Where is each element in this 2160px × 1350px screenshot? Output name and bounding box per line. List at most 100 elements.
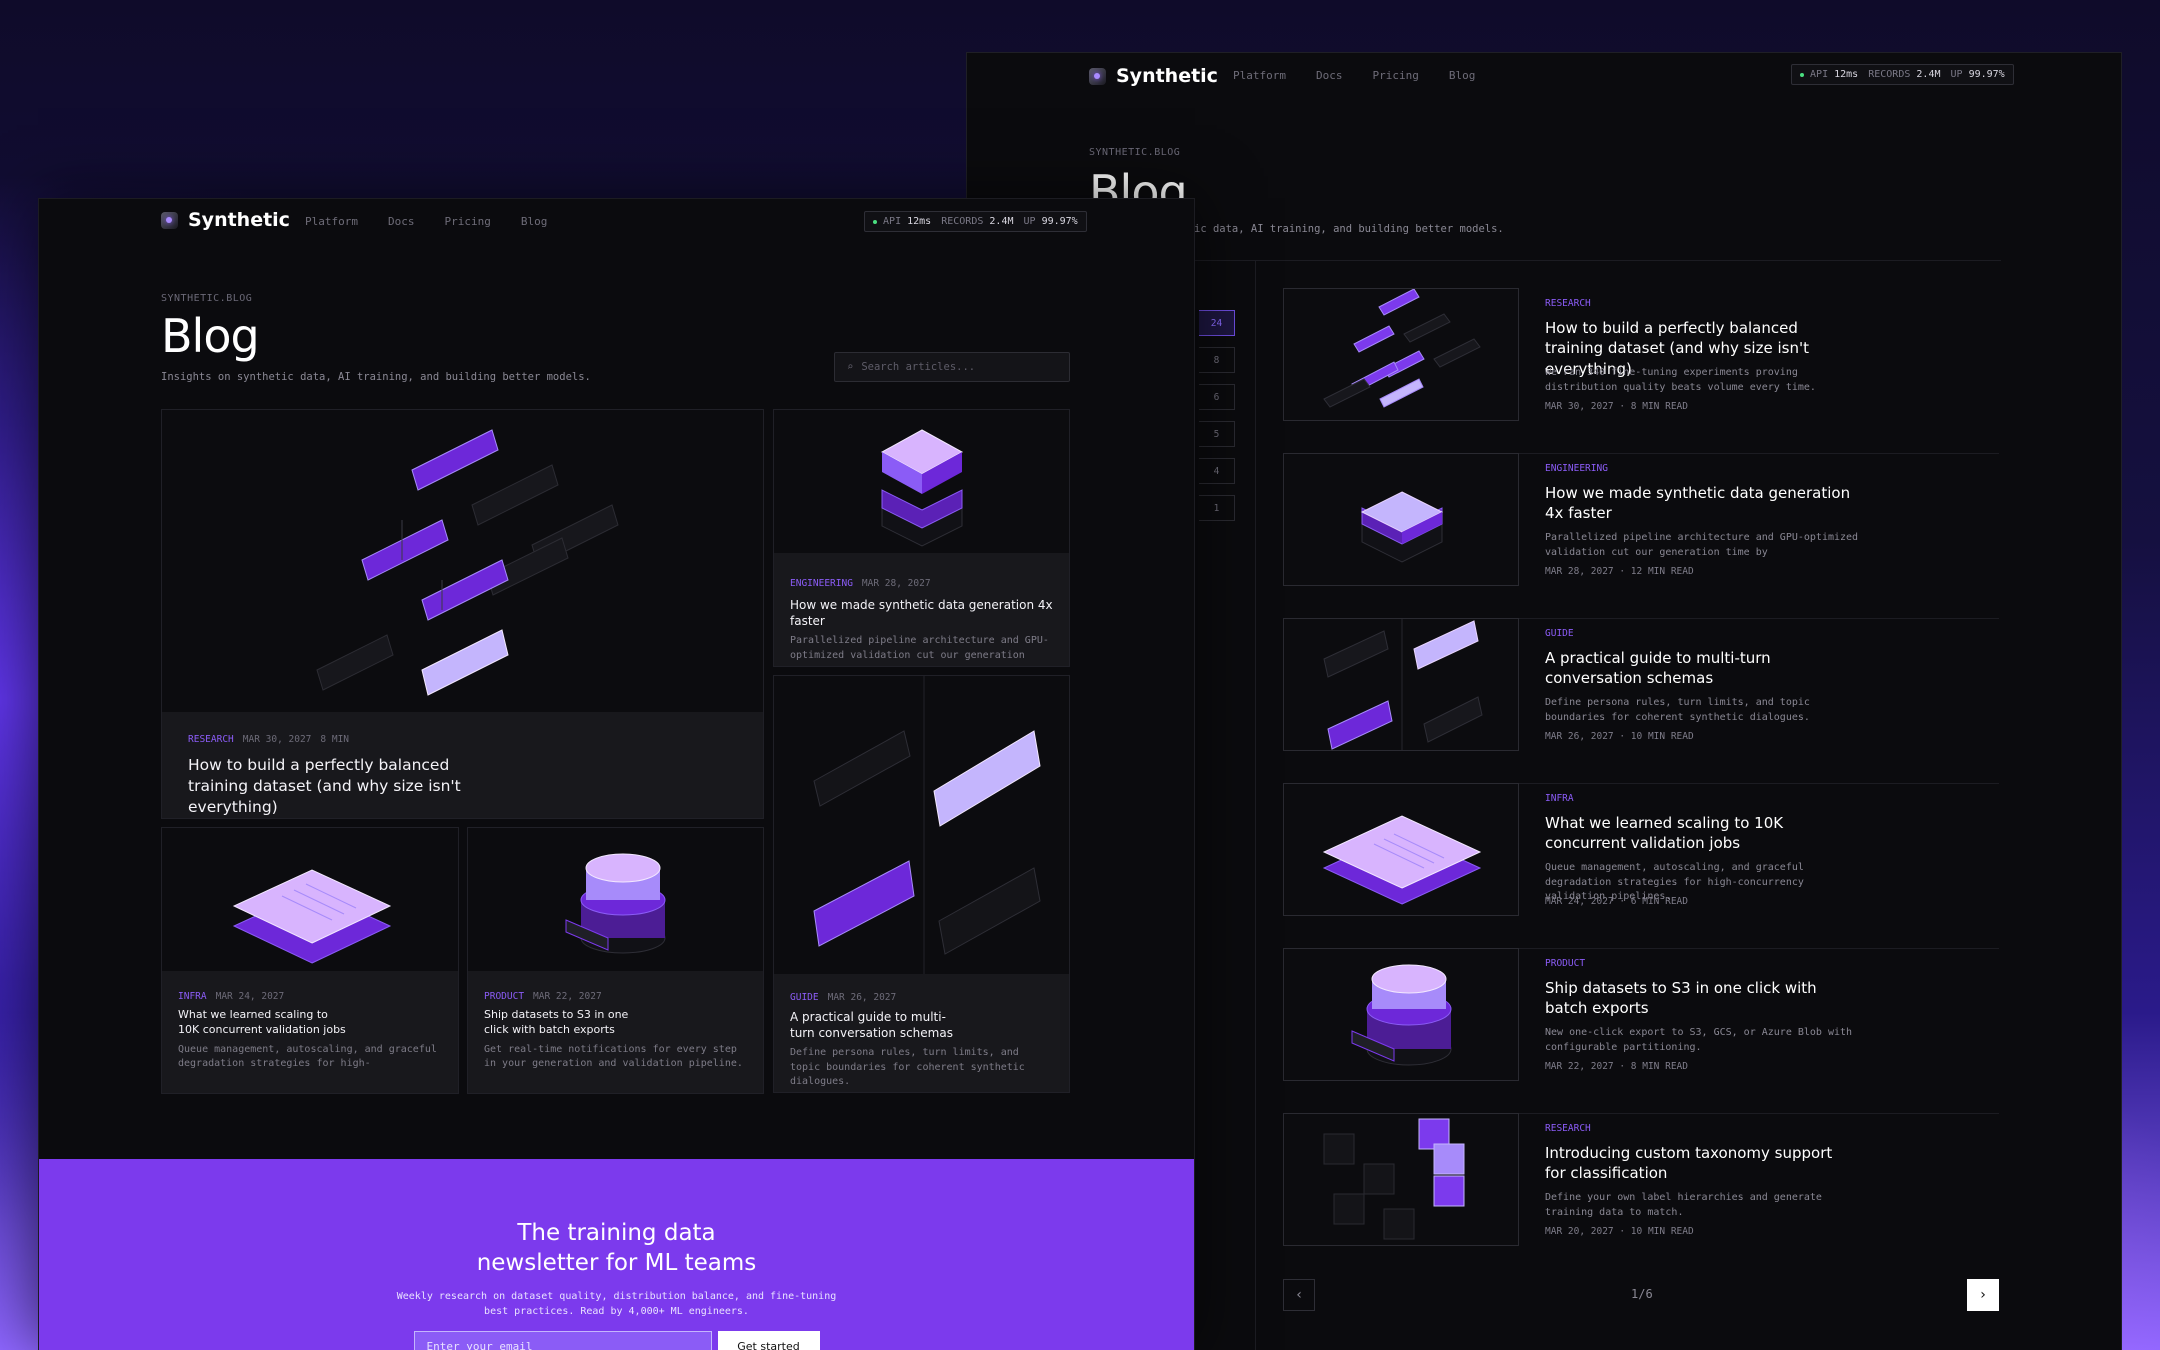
- brand-logo[interactable]: Synthetic: [161, 209, 290, 231]
- list-item[interactable]: ENGINEERING How we made synthetic data g…: [1283, 453, 1999, 619]
- sidebar-divider: [1255, 260, 1256, 1350]
- status-dot-icon: [873, 220, 877, 224]
- post-artwork: [162, 410, 763, 714]
- post-title[interactable]: A practical guide to multi-turn conversa…: [1545, 648, 1855, 689]
- post-title[interactable]: How to build a perfectly balanced traini…: [188, 755, 508, 818]
- search-icon: ⌕: [847, 361, 854, 373]
- post-thumbnail: [1283, 453, 1519, 586]
- post-tag: ENGINEERING: [790, 578, 853, 589]
- post-tag: GUIDE: [790, 992, 819, 1003]
- list-item[interactable]: RESEARCH How to build a perfectly balanc…: [1283, 288, 1999, 454]
- category-count[interactable]: 1: [1199, 495, 1235, 521]
- post-description: Queue management, autoscaling, and grace…: [178, 1043, 437, 1070]
- post-tagline: RESEARCH MAR 30, 2027 8 MIN: [188, 734, 737, 745]
- list-item[interactable]: RESEARCH Introducing custom taxonomy sup…: [1283, 1113, 1999, 1279]
- brand-name: Synthetic: [1116, 65, 1218, 87]
- post-tag: ENGINEERING: [1545, 463, 1608, 474]
- prev-page-button[interactable]: ‹: [1283, 1279, 1315, 1311]
- post-date: MAR 24, 2027: [215, 991, 285, 1002]
- search-input[interactable]: ⌕ Search articles...: [834, 352, 1070, 382]
- post-meta: MAR 28, 2027 · 12 MIN READ: [1545, 566, 1694, 577]
- status-records-value: 2.4M: [1916, 69, 1941, 80]
- newsletter-description-line: Weekly research on dataset quality, dist…: [396, 1290, 837, 1302]
- post-tag: GUIDE: [1545, 628, 1574, 639]
- post-card[interactable]: ENGINEERING MAR 28, 2027 How we made syn…: [773, 409, 1070, 667]
- post-title[interactable]: Introducing custom taxonomy support for …: [1545, 1143, 1855, 1184]
- post-body: GUIDE MAR 26, 2027 A practical guide to …: [774, 974, 1069, 1092]
- post-card[interactable]: INFRA MAR 24, 2027 What we learned scali…: [161, 827, 459, 1094]
- status-bar: API 12ms RECORDS 2.4M UP 99.97%: [864, 211, 1087, 232]
- page-title: Blog: [161, 309, 260, 363]
- isometric-blocks-icon: [316, 429, 619, 696]
- post-card[interactable]: PRODUCT MAR 22, 2027 Ship datasets to S3…: [467, 827, 764, 1094]
- post-tagline: ENGINEERING MAR 28, 2027: [790, 578, 1053, 589]
- stacked-cube-icon: [1360, 491, 1444, 563]
- isometric-blocks-icon: [1323, 289, 1481, 408]
- post-artwork: [162, 828, 458, 973]
- post-description: Define persona rules, turn limits, and t…: [790, 1047, 1025, 1088]
- post-thumbnail: [1283, 948, 1519, 1081]
- newsletter-title: The training data newsletter for ML team…: [39, 1219, 1194, 1279]
- status-records-label: RECORDS: [941, 216, 984, 227]
- brand-name: Synthetic: [188, 209, 290, 231]
- post-thumbnail: [1283, 783, 1519, 916]
- nav-docs[interactable]: Docs: [388, 215, 415, 228]
- database-export-icon: [1351, 964, 1452, 1066]
- chevron-left-icon: ‹: [1296, 1287, 1302, 1303]
- document-stack-icon: [232, 869, 392, 964]
- stacked-cube-icon: [880, 429, 964, 547]
- list-item[interactable]: PRODUCT Ship datasets to S3 in one click…: [1283, 948, 1999, 1114]
- post-description: Define persona rules, turn limits, and t…: [1545, 697, 1810, 723]
- post-meta: MAR 20, 2027 · 10 MIN READ: [1545, 1226, 1694, 1237]
- post-tag: RESEARCH: [1545, 1123, 1591, 1134]
- email-input[interactable]: Enter your email: [413, 1330, 712, 1350]
- nav-blog[interactable]: Blog: [1449, 69, 1476, 82]
- nav-docs[interactable]: Docs: [1316, 69, 1343, 82]
- nav-blog[interactable]: Blog: [521, 215, 548, 228]
- newsletter-description-line: best practices. Read by 4,000+ ML engine…: [484, 1305, 749, 1317]
- nav-pricing[interactable]: Pricing: [1372, 69, 1418, 82]
- category-count[interactable]: 8: [1199, 347, 1235, 373]
- post-tag: PRODUCT: [484, 991, 525, 1002]
- status-dot-icon: [1800, 73, 1804, 77]
- post-body: INFRA MAR 24, 2027 What we learned scali…: [162, 971, 458, 1093]
- post-title[interactable]: How we made synthetic data generation 4x…: [1545, 483, 1855, 524]
- nav-pricing[interactable]: Pricing: [444, 215, 490, 228]
- post-tagline: PRODUCT MAR 22, 2027: [484, 991, 747, 1002]
- post-card[interactable]: GUIDE MAR 26, 2027 A practical guide to …: [773, 675, 1070, 1093]
- post-body: PRODUCT MAR 22, 2027 Ship datasets to S3…: [468, 971, 763, 1093]
- category-count[interactable]: 24: [1199, 310, 1235, 336]
- get-started-button[interactable]: Get started: [717, 1330, 820, 1350]
- brand-logo[interactable]: Synthetic: [1089, 65, 1218, 87]
- post-description: Get real-time notifications for every st…: [484, 1043, 743, 1070]
- newsletter-title-line: newsletter for ML teams: [476, 1249, 757, 1276]
- top-nav: Platform Docs Pricing Blog: [1233, 69, 1475, 82]
- category-count[interactable]: 5: [1199, 421, 1235, 447]
- page-subtitle-fragment: ic data, AI training, and building bette…: [1194, 223, 1504, 235]
- status-up-value: 99.97%: [1968, 69, 2005, 80]
- category-count[interactable]: 6: [1199, 384, 1235, 410]
- post-title[interactable]: A practical guide to multi-turn conversa…: [790, 1009, 970, 1041]
- nav-platform[interactable]: Platform: [1233, 69, 1286, 82]
- post-description: We ran 340 fine-tuning experiments provi…: [1545, 367, 1816, 393]
- post-read-time: 8 MIN: [320, 734, 350, 745]
- post-date: MAR 28, 2027: [861, 578, 931, 589]
- conversation-blocks-icon: [813, 676, 1041, 976]
- post-date: MAR 26, 2027: [827, 992, 897, 1003]
- next-page-button[interactable]: ›: [1967, 1279, 1999, 1311]
- page-eyebrow: SYNTHETIC.BLOG: [161, 293, 253, 304]
- post-title[interactable]: Ship datasets to S3 in one click with ba…: [1545, 978, 1855, 1019]
- post-title[interactable]: What we learned scaling to 10K concurren…: [1545, 813, 1855, 854]
- status-api-value: 12ms: [1834, 69, 1859, 80]
- newsletter-form: Enter your email Get started: [39, 1330, 1194, 1350]
- nav-platform[interactable]: Platform: [305, 215, 358, 228]
- post-title[interactable]: Ship datasets to S3 in one click with ba…: [484, 1008, 654, 1038]
- post-date: MAR 22, 2027: [533, 991, 602, 1002]
- post-title[interactable]: How we made synthetic data generation 4x…: [790, 597, 1053, 629]
- list-item[interactable]: GUIDE A practical guide to multi-turn co…: [1283, 618, 1999, 784]
- category-count[interactable]: 4: [1199, 458, 1235, 484]
- featured-post-card[interactable]: RESEARCH MAR 30, 2027 8 MIN How to build…: [161, 409, 764, 819]
- list-item[interactable]: INFRA What we learned scaling to 10K con…: [1283, 783, 1999, 949]
- post-title[interactable]: What we learned scaling to 10K concurren…: [178, 1008, 348, 1038]
- search-placeholder: Search articles...: [861, 361, 976, 373]
